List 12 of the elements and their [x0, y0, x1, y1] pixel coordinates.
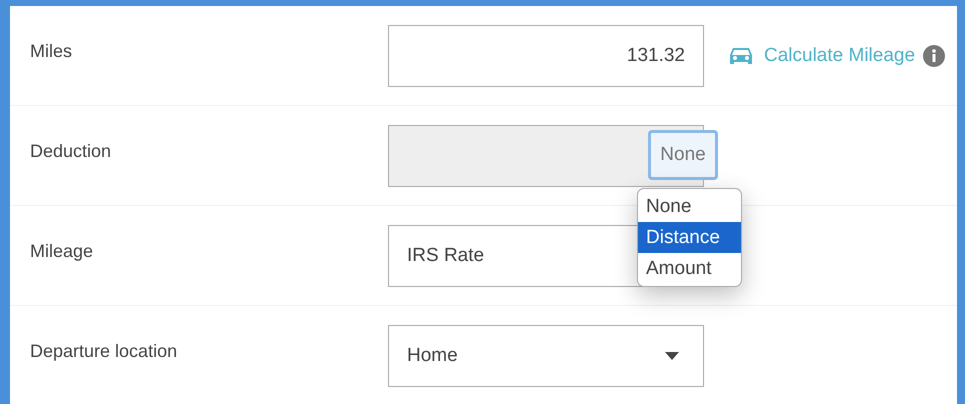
field-label: Miles: [29, 41, 74, 62]
menu-option[interactable]: None: [638, 190, 741, 222]
field-label: Mileage: [29, 241, 94, 262]
miles-field[interactable]: 131.32: [388, 24, 704, 86]
field-label: Deduction: [29, 141, 112, 162]
field-label: Departure location: [29, 341, 178, 362]
caret-icon: [665, 352, 679, 360]
car-icon: [728, 46, 754, 66]
select-field[interactable]: Home: [388, 324, 704, 386]
menu-option[interactable]: Distance: [638, 222, 741, 252]
info-icon[interactable]: [923, 44, 946, 66]
deduction-button[interactable]: None: [648, 130, 718, 180]
